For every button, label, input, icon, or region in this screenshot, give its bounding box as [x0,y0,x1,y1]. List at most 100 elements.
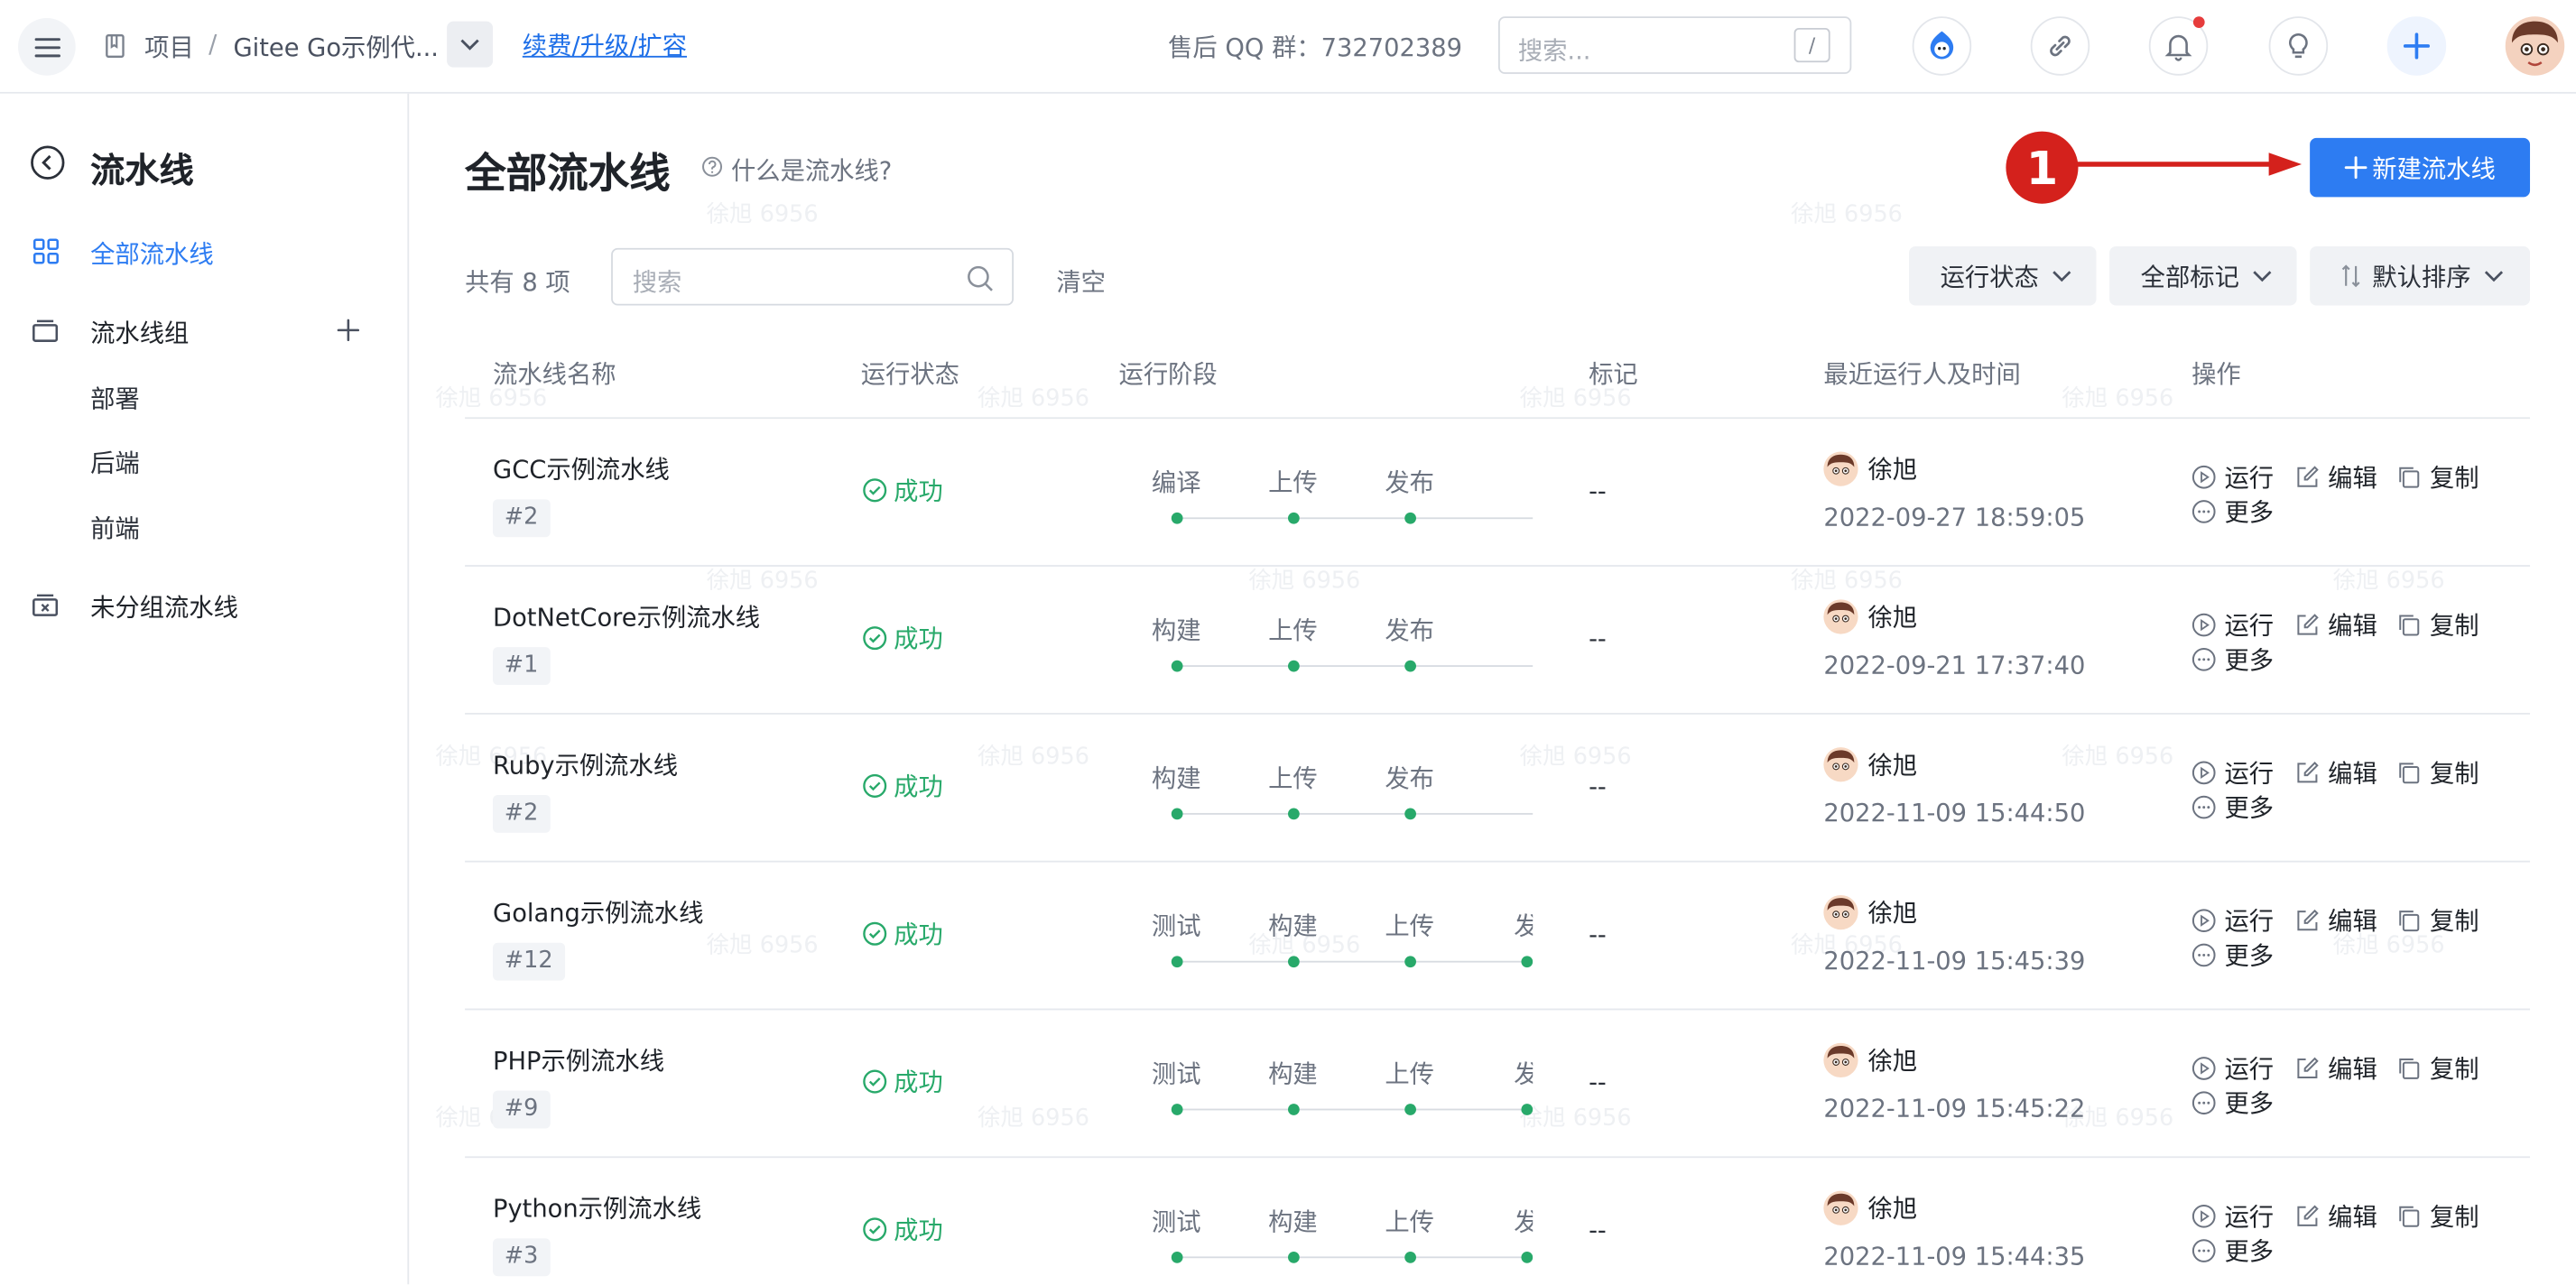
quick-create-button[interactable] [2386,16,2447,76]
run-action[interactable]: 运行 [2191,755,2274,790]
table-row[interactable]: DotNetCore示例流水线 #1 成功 构建 上传 发布 -- 徐旭 2022-09-21 … [465,567,2531,715]
copy-action[interactable]: 复制 [2397,460,2479,495]
breadcrumb-project-name[interactable]: Gitee Go示例代... [233,30,439,64]
copy-action-label: 复制 [2430,463,2479,494]
pipeline-name[interactable]: Golang示例流水线 [493,895,703,929]
edit-icon [2297,909,2319,931]
stage-status-dot[interactable] [1404,956,1416,968]
what-is-pipeline-link[interactable]: 什么是流水线? [702,153,893,187]
project-switch-dropdown[interactable] [447,21,494,68]
sidebar-back-button[interactable] [30,144,66,180]
global-search-input[interactable]: 搜索... / [1497,16,1852,74]
help-text: 什么是流水线? [730,155,893,186]
avatar-face-icon [1827,898,1855,919]
more-action[interactable]: 更多 [2191,1086,2274,1120]
tag-filter-dropdown[interactable]: 全部标记 [2109,246,2297,306]
sidebar-item-pipeline-groups[interactable]: 流水线组 [90,315,189,349]
stage-status-dot[interactable] [1521,1104,1534,1115]
pipeline-name[interactable]: PHP示例流水线 [493,1043,664,1077]
run-action[interactable]: 运行 [2191,1051,2274,1086]
sidebar-title: 流水线 [90,151,194,191]
more-action[interactable]: 更多 [2191,938,2274,972]
stage-label: 构建 [1151,615,1201,646]
add-group-icon[interactable] [337,319,360,342]
edit-action[interactable]: 编辑 [2295,1199,2377,1234]
tag-filter-label: 全部标记 [2140,262,2239,292]
user-avatar[interactable] [2505,16,2565,76]
more-action[interactable]: 更多 [2191,495,2274,529]
run-action-label: 运行 [2224,906,2275,937]
copy-action[interactable]: 复制 [2397,1051,2479,1086]
stage-status-dot[interactable] [1521,956,1534,968]
table-row[interactable]: PHP示例流水线 #9 成功 测试 构建 上传 发 -- 徐旭 2022-11-09 15:45:… [465,1010,2531,1159]
sort-dropdown[interactable]: 默认排序 [2310,246,2531,306]
edit-action[interactable]: 编辑 [2295,607,2377,642]
stage-status-dot[interactable] [1171,512,1183,524]
stage-status-dot[interactable] [1171,1251,1183,1263]
pipeline-name[interactable]: Ruby示例流水线 [493,747,678,781]
sidebar-group-item[interactable]: 前端 [90,511,140,545]
stage-label: 发布 [1385,467,1434,498]
stage-label: 编译 [1151,467,1201,498]
run-action[interactable]: 运行 [2191,903,2274,938]
edit-action[interactable]: 编辑 [2295,460,2377,495]
stage-status-dot[interactable] [1404,660,1416,672]
sidebar-group-item[interactable]: 部署 [90,381,140,415]
assistant-mascot-button[interactable] [1912,16,1972,76]
stage-status-dot[interactable] [1404,512,1416,524]
stage-status-dot[interactable] [1521,1251,1534,1263]
stage-status-dot[interactable] [1171,808,1183,820]
table-row[interactable]: GCC示例流水线 #2 成功 编译 上传 发布 -- 徐旭 2022-09-27 18:59:0… [465,419,2531,567]
edit-action[interactable]: 编辑 [2295,903,2377,938]
notifications-button[interactable] [2148,16,2209,76]
run-action[interactable]: 运行 [2191,460,2274,495]
build-number-badge: #12 [493,942,565,981]
edit-action[interactable]: 编辑 [2295,755,2377,790]
table-row[interactable]: Python示例流水线 #3 成功 测试 构建 上传 发 -- 徐旭 2022-11-09 15:… [465,1158,2530,1284]
new-pipeline-button[interactable]: 新建流水线 [2310,137,2531,198]
stage-status-dot[interactable] [1287,660,1300,672]
tips-button[interactable] [2268,16,2329,76]
status-filter-dropdown[interactable]: 运行状态 [1909,246,2097,306]
stage-status-dot[interactable] [1171,956,1183,968]
pipeline-search-input[interactable]: 搜索 [611,247,1015,306]
stage-status-dot[interactable] [1171,660,1183,672]
run-action[interactable]: 运行 [2191,1199,2274,1234]
run-status-text: 成功 [894,476,943,506]
sidebar-group-item[interactable]: 后端 [90,445,140,479]
table-row[interactable]: Golang示例流水线 #12 成功 测试 构建 上传 发 -- 徐旭 2022-11-09 15… [465,863,2531,1011]
run-action[interactable]: 运行 [2191,607,2274,642]
clear-filter-button[interactable]: 清空 [1056,264,1106,299]
more-action[interactable]: 更多 [2191,1234,2274,1268]
pipeline-name[interactable]: DotNetCore示例流水线 [493,599,760,633]
stage-status-dot[interactable] [1171,1104,1183,1115]
stage-status-dot[interactable] [1404,808,1416,820]
stage-status-dot[interactable] [1287,512,1300,524]
breadcrumb-projects[interactable]: 项目 [144,30,194,64]
stage-status-dot[interactable] [1404,1251,1416,1263]
sidebar-item-all-pipelines[interactable]: 全部流水线 [90,236,214,271]
copy-action[interactable]: 复制 [2397,755,2479,790]
copy-action[interactable]: 复制 [2397,1199,2479,1234]
edit-action[interactable]: 编辑 [2295,1051,2377,1086]
more-action[interactable]: 更多 [2191,642,2274,677]
copy-action[interactable]: 复制 [2397,607,2479,642]
stage-status-dot[interactable] [1287,1251,1300,1263]
stage-label: 上传 [1385,1206,1434,1237]
stage-status-dot[interactable] [1287,956,1300,968]
pipeline-name[interactable]: GCC示例流水线 [493,452,670,486]
stage-status-dot[interactable] [1287,1104,1300,1115]
stage-status-dot[interactable] [1404,1104,1416,1115]
sidebar-item-ungrouped[interactable]: 未分组流水线 [90,589,238,624]
more-action[interactable]: 更多 [2191,790,2274,824]
menu-toggle-button[interactable] [18,18,76,76]
stage-status-dot[interactable] [1287,808,1300,820]
runner-name: 徐旭 [1867,1194,1918,1225]
pipeline-name[interactable]: Python示例流水线 [493,1191,701,1225]
renew-upgrade-link[interactable]: 续费/升级/扩容 [523,28,687,62]
avatar-face-icon [1827,1193,1855,1214]
integrations-link-button[interactable] [2030,16,2090,76]
table-row[interactable]: Ruby示例流水线 #2 成功 构建 上传 发布 -- 徐旭 2022-11-09 15:44:… [465,715,2531,863]
edit-action-label: 编辑 [2328,758,2377,789]
copy-action[interactable]: 复制 [2397,903,2479,938]
